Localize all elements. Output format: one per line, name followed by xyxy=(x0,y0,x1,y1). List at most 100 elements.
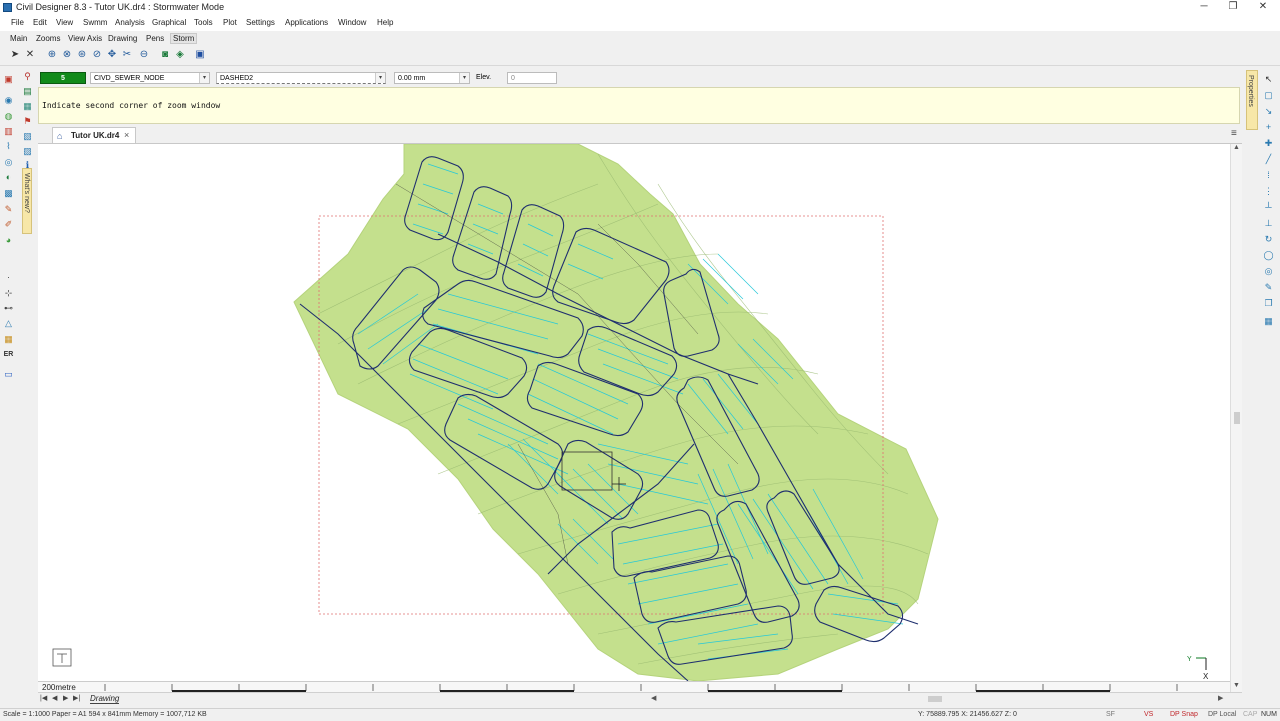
tool-dots-icon[interactable]: ⁞ xyxy=(1263,170,1274,181)
tool-catch-icon[interactable]: ▤ xyxy=(22,86,33,97)
tool-section-icon[interactable]: ▧ xyxy=(22,131,33,142)
tool-pointer-icon[interactable]: ↘ xyxy=(1263,106,1274,117)
tool-copy-icon[interactable]: ❐ xyxy=(1263,298,1274,309)
tool-cross-icon[interactable]: ✚ xyxy=(1263,138,1274,149)
tool-perp-icon[interactable]: ⊥ xyxy=(1263,218,1274,229)
scroll-right-icon[interactable]: ▶ xyxy=(1218,694,1223,702)
delete-node-icon[interactable]: ⊖ xyxy=(138,49,150,61)
tool-tee-icon[interactable]: ┴ xyxy=(1263,202,1274,213)
tool-rotate-icon[interactable]: ↻ xyxy=(1263,234,1274,245)
tool-road-icon[interactable]: ▥ xyxy=(3,126,14,137)
tab-menu-icon[interactable]: ≡ xyxy=(1231,128,1237,139)
tool-layer-icon[interactable]: ▨ xyxy=(22,146,33,157)
tool-manhole-icon[interactable]: ▣ xyxy=(3,74,14,85)
status-vs[interactable]: VS xyxy=(1144,711,1153,718)
tool-line-icon[interactable]: ╱ xyxy=(1263,154,1274,165)
tool-pipe-icon[interactable]: ⚲ xyxy=(22,71,33,82)
node-add-icon[interactable]: ⊕ xyxy=(46,49,58,61)
drawing-canvas[interactable]: Y X xyxy=(38,144,1230,681)
menu-plot[interactable]: Plot xyxy=(223,18,237,27)
tool-profile-icon[interactable]: ⌇ xyxy=(3,141,14,152)
next-sheet-icon[interactable]: ▶ xyxy=(63,694,68,702)
select-arrow-icon[interactable]: ➤ xyxy=(9,49,21,61)
tool-arrow-icon[interactable]: ↖ xyxy=(1263,74,1274,85)
tool-circle-snap-icon[interactable]: ◯ xyxy=(1263,250,1274,261)
cross-select-icon[interactable]: ✕ xyxy=(24,49,36,61)
node-link-icon[interactable]: ⊗ xyxy=(61,49,73,61)
connect-icon[interactable]: ✂ xyxy=(121,49,133,61)
menu-swmm[interactable]: Swmm xyxy=(83,18,107,27)
node-edit-icon[interactable]: ⊛ xyxy=(76,49,88,61)
tool-node-icon[interactable]: ◎ xyxy=(3,157,14,168)
menu-analysis[interactable]: Analysis xyxy=(115,18,145,27)
menu-edit[interactable]: Edit xyxy=(33,18,47,27)
tool-flag-icon[interactable]: ⚑ xyxy=(22,116,33,127)
prev-sheet-icon[interactable]: ◀ xyxy=(52,694,57,702)
tool-gridpoints-icon[interactable]: ⋮ xyxy=(1263,186,1274,197)
tool-edit-icon[interactable]: ✎ xyxy=(3,204,14,215)
vertical-scrollbar[interactable]: ▲ ▼ xyxy=(1230,144,1242,692)
menu-view[interactable]: View xyxy=(56,18,73,27)
first-sheet-icon[interactable]: |◀ xyxy=(40,694,47,702)
catchment-icon[interactable]: ◙ xyxy=(159,49,171,61)
whats-new-tab[interactable]: What's new? xyxy=(22,168,32,234)
tool-map-icon[interactable]: ◐ xyxy=(3,172,14,183)
document-tab[interactable]: ⌂ Tutor UK.dr4 × xyxy=(52,127,136,143)
tool-box-icon[interactable]: ▢ xyxy=(1263,90,1274,101)
command-area[interactable]: Indicate second corner of zoom window xyxy=(38,87,1240,124)
linetype-select[interactable]: DASHED2 ▾ xyxy=(216,72,386,84)
menu-help[interactable]: Help xyxy=(377,18,393,27)
h-scroll-thumb[interactable] xyxy=(928,696,942,702)
tool-er-icon[interactable]: ER xyxy=(3,349,14,360)
tool-plus-icon[interactable]: + xyxy=(1263,122,1274,133)
tab-drawing[interactable]: Drawing xyxy=(108,34,137,43)
restore-button[interactable]: ❐ xyxy=(1218,0,1248,15)
status-sf[interactable]: SF xyxy=(1106,711,1115,718)
tool-terrain-icon[interactable]: ◍ xyxy=(3,111,14,122)
tool-triangle-icon[interactable]: △ xyxy=(3,318,14,329)
tool-monitor-icon[interactable]: ▭ xyxy=(3,369,14,380)
menu-tools[interactable]: Tools xyxy=(194,18,213,27)
tool-pen-icon[interactable]: ✎ xyxy=(1263,282,1274,293)
last-sheet-icon[interactable]: ▶| xyxy=(73,694,80,702)
status-dp-local[interactable]: DP Local xyxy=(1208,711,1236,718)
tab-storm[interactable]: Storm xyxy=(170,33,198,44)
tab-main[interactable]: Main xyxy=(10,34,27,43)
minimize-button[interactable]: ─ xyxy=(1189,0,1219,15)
node-move-icon[interactable]: ⊘ xyxy=(91,49,103,61)
scroll-down-icon[interactable]: ▼ xyxy=(1233,682,1240,689)
tool-hatch-icon[interactable]: ▩ xyxy=(3,188,14,199)
tool-level-icon[interactable]: ⊷ xyxy=(3,303,14,314)
elev-input[interactable]: 0 xyxy=(507,72,557,84)
tool-point-icon[interactable]: · xyxy=(3,272,14,283)
tool-compass-icon[interactable]: ◎ xyxy=(1263,266,1274,277)
menu-window[interactable]: Window xyxy=(338,18,366,27)
menu-file[interactable]: File xyxy=(11,18,24,27)
tool-pattern-icon[interactable]: ▦ xyxy=(3,334,14,345)
scroll-thumb[interactable] xyxy=(1234,412,1240,424)
close-button[interactable]: ✕ xyxy=(1248,0,1278,15)
layer-select[interactable]: CIVD_SEWER_NODE ▾ xyxy=(90,72,210,84)
menu-settings[interactable]: Settings xyxy=(246,18,275,27)
sheet-tab-drawing[interactable]: Drawing xyxy=(90,694,120,704)
tool-brush-icon[interactable]: ✐ xyxy=(3,219,14,230)
scroll-up-icon[interactable]: ▲ xyxy=(1233,144,1240,151)
tab-pens[interactable]: Pens xyxy=(146,34,164,43)
menu-applications[interactable]: Applications xyxy=(285,18,328,27)
tool-array-icon[interactable]: ▦ xyxy=(1263,316,1274,327)
tool-dims-icon[interactable]: ⊹ xyxy=(3,288,14,299)
tab-view-axis[interactable]: View Axis xyxy=(68,34,102,43)
report-icon[interactable]: ▣ xyxy=(194,49,206,61)
close-tab-icon[interactable]: × xyxy=(124,130,129,140)
colour-swatch[interactable]: 5 xyxy=(40,72,86,84)
status-dp-snap[interactable]: DP Snap xyxy=(1170,711,1198,718)
menu-graphical[interactable]: Graphical xyxy=(152,18,186,27)
tool-circle-icon[interactable]: ◉ xyxy=(3,95,14,106)
scroll-left-icon[interactable]: ◀ xyxy=(651,694,656,702)
analysis-run-icon[interactable]: ◈ xyxy=(174,49,186,61)
move-icon[interactable]: ✥ xyxy=(106,49,118,61)
tool-globe-icon[interactable]: ◕ xyxy=(3,235,14,246)
tool-grid-icon[interactable]: ▦ xyxy=(22,101,33,112)
thickness-select[interactable]: 0.00 mm ▾ xyxy=(394,72,470,84)
tab-zooms[interactable]: Zooms xyxy=(36,34,60,43)
